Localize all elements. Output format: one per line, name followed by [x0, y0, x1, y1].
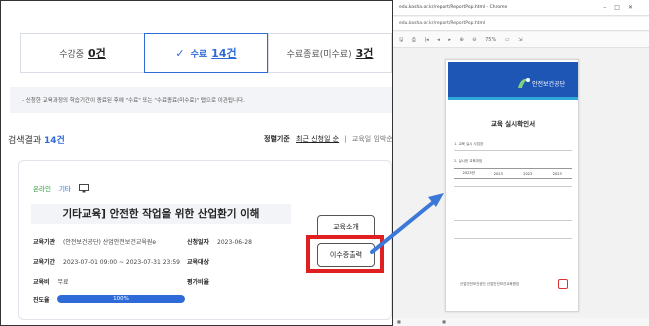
section-2: 2. 실시한 교육과정: [454, 159, 483, 163]
document-header: 안전보건공단: [448, 62, 578, 100]
prev-page-icon[interactable]: ◂: [437, 37, 440, 43]
status-tabs: 수강중 0건 ✓ 수료 14건 수료종료(미수료) 3건: [20, 33, 392, 73]
certificate-document: 안전보건공단 교육 실시확인서 1. 교육 실시 사업장 2. 실시한 교육과정…: [445, 59, 579, 312]
table-cell: 2023년: [462, 171, 475, 175]
notice-text: - 신청한 교육과정의 학습기간이 종료된 후에 "수료" 또는 "수료종료(미…: [10, 87, 392, 113]
tab-completed[interactable]: ✓ 수료 14건: [144, 33, 268, 73]
sort-option-recent[interactable]: 최근 신청일 순: [296, 135, 339, 143]
zoom-out-icon[interactable]: ⊖: [472, 37, 476, 43]
document-footer: 산업안전보건공단 산업안전보건교육원장: [460, 282, 520, 286]
sort-options: 정렬기준 최근 신청일 순 | 교육일 임박순: [264, 134, 393, 144]
fee-row: 교육비 무료: [33, 277, 69, 286]
target-label: 교육대상: [187, 259, 210, 266]
tab-count: 3건: [355, 47, 374, 60]
period-row: 교육기간 2023-07-01 09:00 ~ 2023-07-31 23:59: [33, 257, 180, 266]
progress-text: 100%: [113, 296, 129, 302]
period-label: 교육기간: [33, 259, 56, 266]
tab-ended-incomplete[interactable]: 수료종료(미수료) 3건: [268, 33, 392, 73]
rule: [454, 186, 572, 187]
score-label: 평가비율: [187, 279, 210, 286]
status-mid: ■: [442, 319, 446, 324]
export-icon[interactable]: ⇲: [518, 37, 522, 43]
window-controls[interactable]: –□✕: [603, 4, 641, 11]
viewer-titlebar: edu.kosha.or.kr/report/ReportPop.html - …: [393, 0, 649, 16]
target-row: 교육대상: [187, 257, 215, 266]
course-table: 2023년 2023 2023 2023: [454, 168, 572, 179]
tab-label: 수강중: [59, 49, 85, 60]
org-label: 교육기관: [33, 239, 56, 246]
fee-value: 무료: [57, 279, 69, 286]
window-title: edu.kosha.or.kr/report/ReportPop.html - …: [399, 5, 508, 10]
report-viewer-window: edu.kosha.or.kr/report/ReportPop.html - …: [393, 0, 649, 326]
fee-label: 교육비: [33, 279, 50, 286]
progress-row: 진도율: [33, 295, 56, 304]
sort-separator: |: [344, 135, 347, 143]
address-text: edu.kosha.or.kr/report/ReportPop.html: [399, 21, 486, 26]
sort-option-upcoming[interactable]: 교육일 임박순: [352, 135, 393, 143]
course-title[interactable]: 기타교육] 안전한 작업을 위한 산업환기 이해: [31, 206, 291, 221]
period-value: 2023-07-01 09:00 ~ 2023-07-31 23:59: [63, 259, 180, 266]
document-heading: 교육 실시확인서: [490, 120, 536, 128]
zoom-in-icon[interactable]: ⊕: [459, 37, 463, 43]
rule: [454, 220, 572, 221]
address-bar[interactable]: edu.kosha.or.kr/report/ReportPop.html: [393, 17, 649, 31]
tag-other: 기타: [58, 185, 71, 193]
official-stamp: [558, 279, 568, 289]
monitor-icon: [78, 183, 89, 192]
section-1: 1. 교육 실시 사업장: [454, 142, 484, 146]
save-icon[interactable]: 🖫: [399, 37, 403, 43]
fit-icon[interactable]: ▭: [505, 37, 510, 43]
results-label: 검색결과: [8, 136, 42, 146]
progress-fill: 100%: [57, 295, 185, 303]
table-cell: 2023: [493, 171, 503, 176]
org-value: (안전보건공단) 산업안전보건교육원e: [63, 239, 157, 246]
viewer-statusbar: ■ ■: [393, 318, 649, 326]
zoom-level[interactable]: 75%: [485, 37, 496, 43]
next-page-icon[interactable]: ▸: [448, 37, 451, 43]
progress-bar: 100%: [57, 295, 185, 303]
apply-label: 신청일자: [187, 239, 210, 246]
table-cell: 2023: [523, 171, 533, 176]
score-row: 평가비율: [187, 277, 215, 286]
org-row: 교육기관 (안전보건공단) 산업안전보건교육원e: [33, 237, 156, 246]
tab-in-progress[interactable]: 수강중 0건: [20, 33, 144, 73]
first-page-icon[interactable]: |◂: [424, 37, 428, 43]
results-count: 검색결과 14건: [8, 133, 65, 146]
apply-value: 2023-06-28: [217, 239, 252, 246]
tab-label: 수료: [190, 49, 208, 60]
rule: [454, 238, 572, 239]
check-icon: ✓: [175, 46, 185, 60]
rule: [454, 150, 572, 151]
tag-online: 온라인: [33, 185, 51, 193]
tab-label: 수료종료(미수료): [286, 49, 352, 60]
status-left: ■: [397, 319, 401, 324]
highlight-box: [306, 235, 384, 273]
table-cell: 2023: [552, 171, 562, 176]
viewer-toolbar: 🖫 ⎙ |◂ ◂ ▸ ⊕ ⊖ 75% ▭ ⇲: [393, 32, 649, 48]
tab-count: 0건: [88, 47, 106, 60]
sort-label: 정렬기준: [264, 135, 290, 143]
kosha-logo: 안전보건공단: [518, 78, 566, 88]
tab-count: 14건: [211, 47, 237, 60]
logo-text: 안전보건공단: [532, 80, 566, 88]
print-icon[interactable]: ⎙: [412, 37, 416, 43]
apply-row: 신청일자 2023-06-28: [187, 237, 252, 246]
results-number: 14건: [44, 136, 65, 146]
course-tags: 온라인 기타: [33, 183, 89, 193]
progress-label: 진도율: [33, 297, 50, 304]
